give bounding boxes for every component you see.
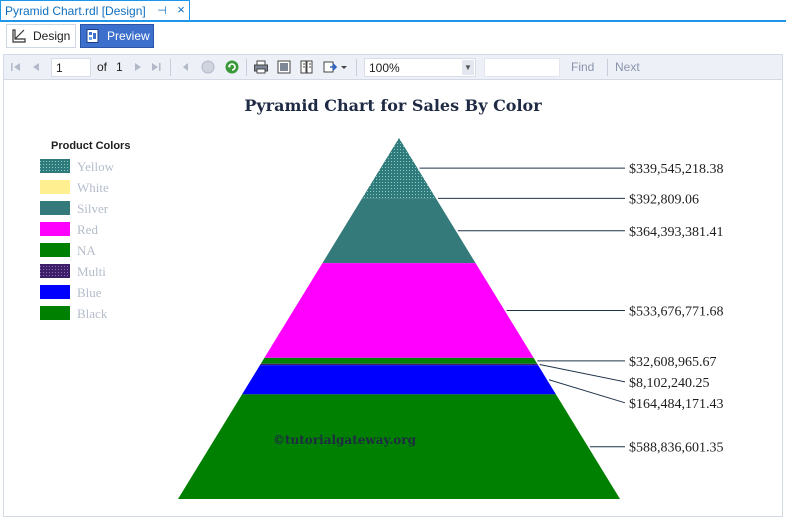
close-icon[interactable]: × <box>174 3 188 17</box>
next-page-icon[interactable] <box>130 59 146 75</box>
find-input[interactable] <box>484 58 560 77</box>
data-label-yellow: $339,545,218.38 <box>629 162 724 177</box>
data-label-blue: $164,484,171.43 <box>629 397 724 412</box>
pyramid-segment-red <box>264 263 534 358</box>
legend-swatch-blue <box>40 285 70 299</box>
pyramid-segment-na <box>260 357 538 364</box>
toolbar-separator <box>170 59 171 76</box>
page-setup-icon[interactable] <box>299 59 315 75</box>
chevron-down-icon[interactable]: ▼ <box>462 60 474 75</box>
report-toolbar: of 1 100% ▼ Find Next <box>3 54 783 80</box>
report-canvas: Pyramid Chart for Sales By Color Product… <box>3 80 783 517</box>
page-number-input[interactable] <box>51 58 91 77</box>
legend-label-black: Black <box>77 306 108 321</box>
export-icon[interactable] <box>322 59 338 75</box>
data-label-multi: $8,102,240.25 <box>629 376 710 391</box>
legend-title: Product Colors <box>51 140 130 152</box>
document-tab-title: Pyramid Chart.rdl [Design] <box>5 3 146 18</box>
print-layout-icon[interactable] <box>276 59 292 75</box>
tab-design-label: Design <box>33 29 71 43</box>
pyramid-segment-silver <box>322 198 476 264</box>
legend-swatch-silver <box>40 201 70 215</box>
leader-line-blue <box>548 379 626 404</box>
legend-label-na: NA <box>77 243 96 258</box>
legend-label-red: Red <box>77 222 98 237</box>
data-label-black: $588,836,601.35 <box>629 441 724 456</box>
stop-icon[interactable] <box>200 59 216 75</box>
design-ruler-icon <box>11 28 27 44</box>
legend-label-blue: Blue <box>77 285 102 300</box>
print-icon[interactable] <box>253 59 269 75</box>
tab-preview-label: Preview <box>107 29 150 43</box>
legend-label-multi: Multi <box>77 264 106 279</box>
export-dropdown-icon[interactable] <box>340 59 348 75</box>
pyramid-segment-blue <box>242 365 556 395</box>
preview-report-icon <box>85 28 101 44</box>
chart-title: Pyramid Chart for Sales By Color <box>244 96 542 115</box>
view-tabs: Design Preview <box>0 22 786 50</box>
toolbar-separator <box>356 59 357 76</box>
find-link[interactable]: Find <box>571 60 594 74</box>
legend-label-silver: Silver <box>77 201 109 216</box>
data-label-white: $392,809.06 <box>629 192 699 207</box>
total-pages: 1 <box>116 60 123 74</box>
zoom-select[interactable]: 100% ▼ <box>364 58 476 77</box>
data-label-na: $32,608,965.67 <box>629 355 717 370</box>
legend-swatch-na <box>40 243 70 257</box>
last-page-icon[interactable] <box>148 59 164 75</box>
legend-swatch-black <box>40 306 70 320</box>
pyramid-chart: Pyramid Chart for Sales By Color Product… <box>40 96 724 499</box>
leader-line-multi <box>539 363 626 383</box>
document-tab[interactable]: Pyramid Chart.rdl [Design] ⊣ × <box>0 0 190 20</box>
tab-preview[interactable]: Preview <box>80 24 154 48</box>
legend-swatch-yellow <box>40 159 70 173</box>
data-label-silver: $364,393,381.41 <box>629 225 724 240</box>
refresh-icon[interactable] <box>224 59 240 75</box>
zoom-value: 100% <box>369 61 400 75</box>
chart-legend: Yellow White Silver Red NA Multi Blue Black <box>40 159 115 321</box>
pin-icon[interactable]: ⊣ <box>156 4 168 18</box>
tab-design[interactable]: Design <box>6 24 76 48</box>
back-to-parent-icon[interactable] <box>178 59 194 75</box>
pyramid-segment-multi <box>259 363 539 366</box>
find-next-link[interactable]: Next <box>615 60 640 74</box>
legend-swatch-white <box>40 180 70 194</box>
legend-label-yellow: Yellow <box>77 159 115 174</box>
toolbar-separator <box>246 59 247 76</box>
document-tab-strip: Pyramid Chart.rdl [Design] ⊣ × <box>0 0 786 22</box>
previous-page-icon[interactable] <box>28 59 44 75</box>
toolbar-separator <box>607 59 608 76</box>
of-label: of <box>97 60 108 74</box>
watermark-text: ©tutorialgateway.org <box>273 433 417 447</box>
legend-label-white: White <box>77 180 109 195</box>
data-label-red: $533,676,771.68 <box>629 305 724 320</box>
legend-swatch-multi <box>40 264 70 278</box>
first-page-icon[interactable] <box>8 59 24 75</box>
legend-swatch-red <box>40 222 70 236</box>
